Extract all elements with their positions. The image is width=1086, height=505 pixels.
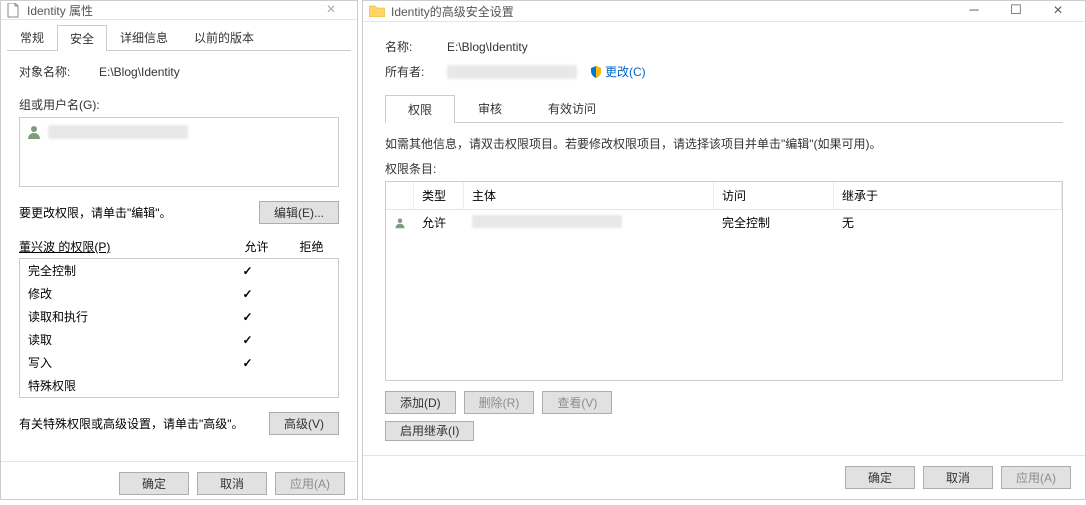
deny-header: 拒绝 — [284, 238, 339, 255]
advanced-security-dialog: Identity的高级安全设置 ─ ☐ × 名称: E:\Blog\Identi… — [362, 0, 1086, 500]
close-icon[interactable]: × — [311, 1, 351, 19]
tab-effective[interactable]: 有效访问 — [525, 94, 619, 122]
advanced-title: Identity的高级安全设置 — [391, 3, 953, 20]
edit-hint: 要更改权限，请单击"编辑"。 — [19, 204, 172, 221]
maximize-icon[interactable]: ☐ — [995, 2, 1037, 20]
tab-general[interactable]: 常规 — [7, 24, 57, 50]
entry-type: 允许 — [414, 213, 464, 232]
permissions-table: 完全控制✓ 修改✓ 读取和执行✓ 读取✓ 写入✓ 特殊权限 — [19, 258, 339, 398]
tab-previous[interactable]: 以前的版本 — [181, 24, 267, 50]
user-name-redacted — [48, 125, 188, 139]
table-header: 类型 主体 访问 继承于 — [386, 182, 1062, 210]
name-value: E:\Blog\Identity — [447, 40, 528, 54]
perm-row: 读取✓ — [20, 328, 338, 351]
user-icon — [26, 124, 42, 140]
owner-row: 所有者: 更改(C) — [385, 63, 1063, 80]
file-icon — [7, 2, 21, 18]
perm-row: 读取和执行✓ — [20, 305, 338, 328]
tab-audit[interactable]: 审核 — [455, 94, 525, 122]
object-name-value: E:\Blog\Identity — [99, 65, 180, 79]
advanced-titlebar: Identity的高级安全设置 ─ ☐ × — [363, 1, 1085, 22]
tab-details[interactable]: 详细信息 — [107, 24, 181, 50]
edit-button[interactable]: 编辑(E)... — [259, 201, 339, 224]
check-icon: ✓ — [220, 287, 275, 301]
object-name-label: 对象名称: — [19, 63, 99, 80]
check-icon: ✓ — [220, 333, 275, 347]
properties-title: Identity 属性 — [27, 2, 311, 19]
entry-inherit: 无 — [834, 213, 1062, 232]
apply-button[interactable]: 应用(A) — [275, 472, 345, 495]
group-users-list[interactable] — [19, 117, 339, 187]
group-users-label: 组或用户名(G): — [19, 96, 339, 113]
list-item[interactable] — [24, 122, 334, 142]
user-icon — [386, 215, 414, 231]
permissions-header: 董兴波 的权限(P) 允许 拒绝 — [19, 238, 339, 255]
check-icon: ✓ — [220, 310, 275, 324]
permission-entries-table: 类型 主体 访问 继承于 允许 完全控制 无 — [385, 181, 1063, 381]
name-label: 名称: — [385, 38, 447, 55]
ok-button[interactable]: 确定 — [845, 466, 915, 489]
properties-dialog: Identity 属性 × 常规 安全 详细信息 以前的版本 对象名称: E:\… — [0, 0, 358, 500]
name-row: 名称: E:\Blog\Identity — [385, 38, 1063, 55]
check-icon: ✓ — [220, 264, 275, 278]
advanced-button[interactable]: 高级(V) — [269, 412, 339, 435]
cancel-button[interactable]: 取消 — [923, 466, 993, 489]
ok-button[interactable]: 确定 — [119, 472, 189, 495]
add-button[interactable]: 添加(D) — [385, 391, 456, 414]
tab-permissions[interactable]: 权限 — [385, 95, 455, 123]
folder-icon — [369, 4, 385, 18]
advanced-bottom-buttons: 确定 取消 应用(A) — [363, 455, 1085, 499]
enable-inherit-button[interactable]: 启用继承(I) — [385, 421, 474, 441]
header-access[interactable]: 访问 — [714, 182, 834, 209]
perm-row: 特殊权限 — [20, 374, 338, 397]
perm-row: 写入✓ — [20, 351, 338, 374]
permissions-for-label: 董兴波 的权限(P) — [19, 238, 229, 255]
entries-label: 权限条目: — [385, 160, 1063, 177]
entry-access: 完全控制 — [714, 213, 834, 232]
advanced-row: 有关特殊权限或高级设置，请单击"高级"。 高级(V) — [19, 412, 339, 435]
advanced-hint: 有关特殊权限或高级设置，请单击"高级"。 — [19, 415, 244, 432]
close-icon[interactable]: × — [1037, 2, 1079, 20]
header-principal[interactable]: 主体 — [464, 182, 714, 209]
allow-header: 允许 — [229, 238, 284, 255]
tab-security[interactable]: 安全 — [57, 25, 107, 51]
properties-titlebar: Identity 属性 × — [1, 1, 357, 20]
edit-row: 要更改权限，请单击"编辑"。 编辑(E)... — [19, 201, 339, 224]
entry-actions: 添加(D) 删除(R) 查看(V) — [385, 391, 1063, 414]
properties-tabs: 常规 安全 详细信息 以前的版本 — [7, 24, 351, 51]
view-button[interactable]: 查看(V) — [542, 391, 612, 414]
perm-row: 修改✓ — [20, 282, 338, 305]
header-inherit[interactable]: 继承于 — [834, 182, 1062, 209]
table-row[interactable]: 允许 完全控制 无 — [386, 210, 1062, 235]
properties-bottom-buttons: 确定 取消 应用(A) — [1, 461, 357, 505]
inherit-actions: 启用继承(I) — [385, 422, 1063, 439]
remove-button[interactable]: 删除(R) — [464, 391, 535, 414]
instruction-text: 如需其他信息，请双击权限项目。若要修改权限项目，请选择该项目并单击"编辑"(如果… — [385, 135, 1063, 152]
change-owner-link[interactable]: 更改(C) — [605, 63, 646, 80]
security-panel: 对象名称: E:\Blog\Identity 组或用户名(G): 要更改权限，请… — [1, 51, 357, 461]
perm-row: 完全控制✓ — [20, 259, 338, 282]
advanced-tabs: 权限 审核 有效访问 — [385, 94, 1063, 123]
entry-principal — [464, 214, 714, 232]
principal-redacted — [472, 215, 622, 228]
minimize-icon[interactable]: ─ — [953, 2, 995, 20]
advanced-body: 名称: E:\Blog\Identity 所有者: 更改(C) 权限 审核 有效… — [363, 22, 1085, 455]
cancel-button[interactable]: 取消 — [197, 472, 267, 495]
window-controls: ─ ☐ × — [953, 2, 1079, 20]
object-name-row: 对象名称: E:\Blog\Identity — [19, 63, 339, 80]
apply-button[interactable]: 应用(A) — [1001, 466, 1071, 489]
shield-icon — [589, 65, 603, 79]
owner-value-redacted — [447, 65, 577, 79]
header-type[interactable]: 类型 — [414, 182, 464, 209]
check-icon: ✓ — [220, 356, 275, 370]
owner-label: 所有者: — [385, 63, 447, 80]
